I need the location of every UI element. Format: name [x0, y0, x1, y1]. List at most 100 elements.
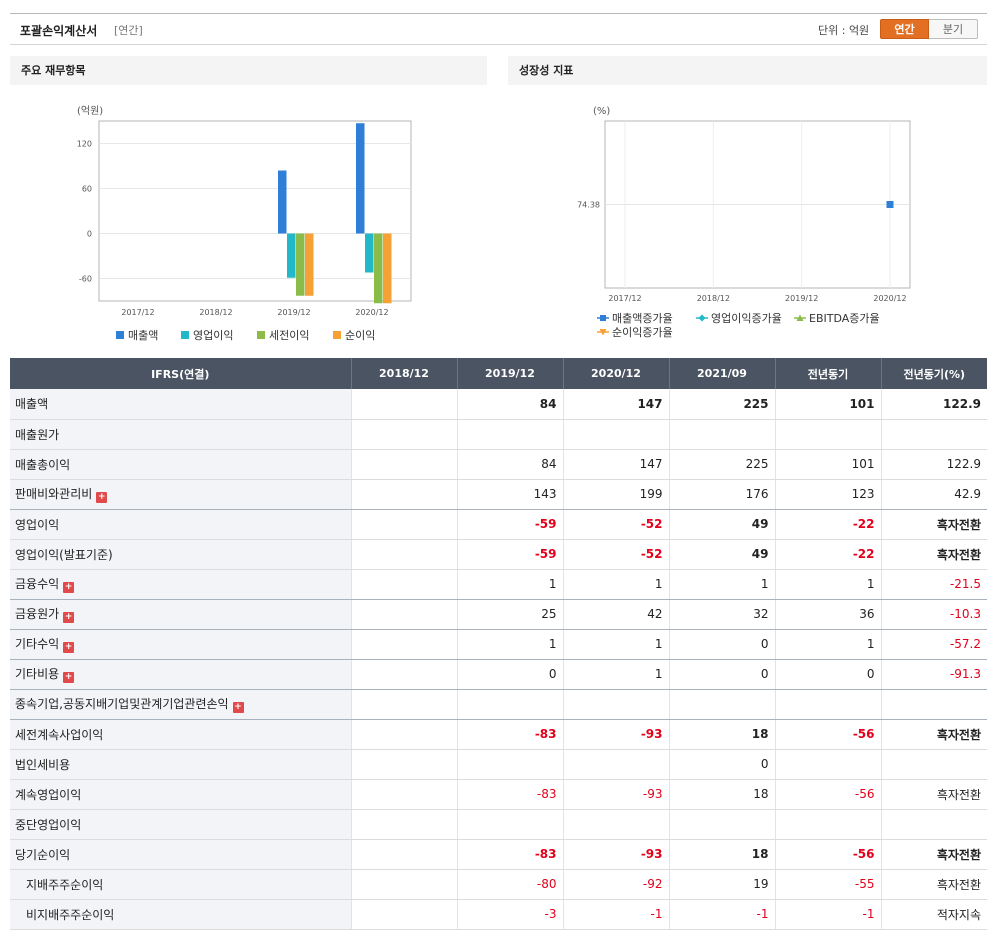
- row-label: 영업이익(발표기준): [15, 547, 113, 562]
- expand-plus-icon[interactable]: +: [63, 642, 75, 653]
- financial-items-chart: (억원) 120 60 0 -60 2017/12 2018/12 2019/12 2020/1…: [77, 105, 412, 342]
- row-label-cell: 영업이익(발표기준): [10, 539, 351, 570]
- table-cell: [668, 809, 775, 840]
- table-cell: -56: [774, 719, 881, 750]
- table-cell: -56: [774, 839, 881, 870]
- legend-label: 영업이익증가율: [711, 312, 782, 325]
- table-cell: [880, 419, 987, 450]
- table-cell: 1: [562, 629, 669, 660]
- row-label-cell: 판매비와관리비 +: [10, 479, 351, 510]
- table-cell: 1: [456, 629, 563, 660]
- table-cell: [562, 809, 669, 840]
- legend-marker: [600, 315, 606, 321]
- table-cell: -56: [774, 779, 881, 810]
- row-label: 영업이익: [15, 517, 60, 532]
- table-row: 세전계속사업이익 -83 -93 18 -56 흑자전환: [10, 719, 987, 750]
- table-cell: 25: [456, 599, 563, 630]
- table-cell: [774, 419, 881, 450]
- expand-plus-icon[interactable]: +: [232, 702, 244, 713]
- expand-plus-icon[interactable]: +: [63, 612, 75, 623]
- table-cell: [774, 809, 881, 840]
- table-cell: -57.2: [880, 629, 987, 660]
- column-header-period: 2019/12: [456, 358, 563, 389]
- row-label-cell: 금융수익 +: [10, 569, 351, 600]
- row-label-cell: 지배주주순이익: [10, 869, 351, 900]
- row-label: 기타수익: [15, 637, 60, 651]
- table-row: 금융수익 +1 1 1 1 -21.5: [10, 569, 987, 600]
- annual-toggle-button[interactable]: 연간: [880, 19, 929, 39]
- table-body: 매출액 84 147 225 101 122.9 매출원가 매출총이익 84 147 225 101 1…: [10, 389, 987, 930]
- table-cell: 흑자전환: [880, 869, 987, 900]
- table-cell: [456, 689, 563, 720]
- bar-2: [287, 233, 296, 278]
- row-label-cell: 비지배주주순이익: [10, 899, 351, 930]
- table-cell: 흑자전환: [880, 719, 987, 750]
- table-cell: [350, 659, 457, 690]
- table-cell: 18: [668, 719, 775, 750]
- table-row: 종속기업,공동지배기업및관계기업관련손익 +: [10, 689, 987, 720]
- table-cell: -1: [774, 899, 881, 930]
- row-label: 계속영업이익: [15, 787, 82, 802]
- table-cell: [668, 689, 775, 720]
- table-cell: -59: [456, 539, 563, 570]
- legend-swatch: [116, 331, 124, 339]
- row-label: 금융원가: [15, 607, 60, 621]
- expand-plus-icon[interactable]: +: [96, 492, 108, 503]
- bar-1: [356, 123, 365, 234]
- table-cell: 1: [456, 569, 563, 600]
- table-cell: 199: [562, 479, 669, 510]
- income-statement-table: IFRS(연결) 2018/12 2019/12 2020/12 2021/09 전년동기…: [10, 358, 987, 930]
- statement-period-label: [연간]: [114, 24, 143, 37]
- quarterly-toggle-button[interactable]: 분기: [929, 19, 978, 39]
- table-cell: [880, 689, 987, 720]
- table-cell: 101: [774, 389, 881, 420]
- column-header-period: 2020/12: [562, 358, 669, 389]
- legend-label: 매출액: [128, 329, 158, 342]
- table-cell: 147: [562, 449, 669, 480]
- table-cell: [562, 689, 669, 720]
- table-cell: [456, 749, 563, 780]
- x-tick-label: 2019/12: [277, 308, 310, 317]
- table-cell: -59: [456, 509, 563, 540]
- row-label: 세전계속사업이익: [15, 727, 104, 742]
- expand-plus-icon[interactable]: +: [63, 582, 75, 593]
- table-row: 기타비용 +0 1 0 0 -91.3: [10, 659, 987, 690]
- table-cell: -91.3: [880, 659, 987, 690]
- row-label-cell: 종속기업,공동지배기업및관계기업관련손익 +: [10, 689, 351, 720]
- table-cell: 49: [668, 509, 775, 540]
- table-cell: 0: [668, 749, 775, 780]
- table-cell: -22: [774, 539, 881, 570]
- growth-indicator-chart: (%) 74.38 2017/12 2018/12 2019/12 2020/12 매출액증…: [577, 106, 911, 339]
- legend-marker: [698, 314, 706, 322]
- column-header-label: IFRS(연결): [10, 358, 351, 389]
- expand-plus-icon[interactable]: +: [63, 672, 75, 683]
- table-cell: [350, 839, 457, 870]
- row-label: 법인세비용: [15, 757, 71, 772]
- x-tick-label: 2019/12: [785, 294, 818, 303]
- legend-label: EBITDA증가율: [809, 312, 880, 325]
- growth-indicator-panel: 성장성 지표 (%) 74.38 2017/12 2018/12 2019/12 2020…: [508, 56, 987, 354]
- table-cell: [562, 419, 669, 450]
- bar-4: [305, 233, 314, 296]
- table-cell: 1: [774, 629, 881, 660]
- column-header-period: 전년동기: [774, 358, 881, 389]
- column-header-period: 2021/09: [668, 358, 775, 389]
- table-cell: 0: [456, 659, 563, 690]
- table-cell: 42: [562, 599, 669, 630]
- table-cell: [350, 689, 457, 720]
- table-cell: 32: [668, 599, 775, 630]
- data-point: [886, 201, 894, 208]
- table-row: 매출원가: [10, 419, 987, 450]
- table-cell: [562, 749, 669, 780]
- table-cell: [350, 479, 457, 510]
- table-cell: -55: [774, 869, 881, 900]
- table-cell: [350, 779, 457, 810]
- table-cell: 18: [668, 839, 775, 870]
- statement-header: 포괄손익계산서 [연간] 단위 : 억원 연간 분기: [10, 13, 987, 45]
- table-cell: [668, 419, 775, 450]
- table-cell: -1: [562, 899, 669, 930]
- table-row: 판매비와관리비 +143 199 176 123 42.9: [10, 479, 987, 510]
- table-row: 매출액 84 147 225 101 122.9: [10, 389, 987, 420]
- x-tick-label: 2017/12: [121, 308, 154, 317]
- table-cell: 0: [668, 659, 775, 690]
